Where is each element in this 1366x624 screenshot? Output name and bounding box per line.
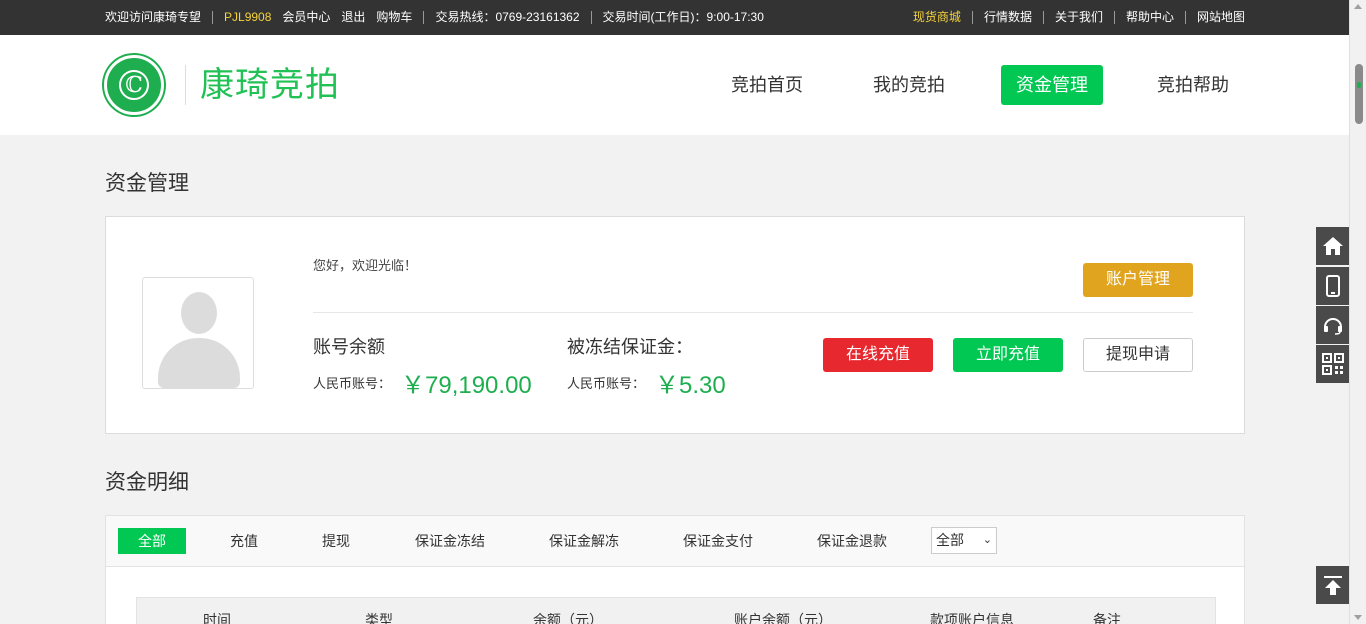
home-icon[interactable] [1316, 227, 1349, 265]
top-link-mall[interactable]: 现货商城 [902, 11, 973, 24]
online-recharge-button[interactable]: 在线充值 [823, 338, 933, 372]
nav-my-auction[interactable]: 我的竞拍 [859, 65, 959, 105]
hotline-text: 交易热线：0769-23161362 [424, 11, 592, 24]
mobile-icon[interactable] [1316, 267, 1349, 305]
trade-hours-text: 交易时间(工作日)：9:00-17:30 [602, 10, 764, 24]
page-scrollbar[interactable] [1349, 0, 1366, 624]
col-account-balance: 账户余额（元） [734, 612, 832, 624]
col-time: 时间 [203, 612, 231, 624]
top-bar-right: 现货商城 行情数据 关于我们 帮助中心 网站地图 [902, 0, 1245, 35]
top-bar: 欢迎访问康琦专望 PJL9908 会员中心 退出 购物车 交易热线：0769-2… [0, 0, 1349, 35]
back-to-top-glyph [1323, 576, 1342, 595]
panel-divider [313, 312, 1193, 313]
nav-funds-management[interactable]: 资金管理 [1001, 65, 1103, 105]
instant-recharge-button[interactable]: 立即充值 [953, 338, 1063, 372]
scroll-thumb-mark [1357, 82, 1361, 88]
balance-value: ￥79,190.00 [401, 372, 532, 399]
balance-sub: 人民币账号： [313, 376, 392, 391]
type-filter-select[interactable]: 全部 ⌄ [931, 527, 997, 554]
logo-icon[interactable]: ℂ [104, 55, 164, 115]
col-remark: 备注 [1093, 612, 1121, 624]
greeting-text: 您好，欢迎光临！ [313, 258, 418, 273]
mobile-glyph [1325, 275, 1340, 297]
member-center-link[interactable]: 会员中心 [282, 11, 341, 24]
logo-divider [185, 65, 186, 105]
frozen-value: ￥5.30 [655, 372, 726, 399]
top-link-about[interactable]: 关于我们 [1044, 11, 1115, 24]
avatar-head [181, 292, 217, 334]
account-panel: 您好，欢迎光临！ 账户管理 账号余额 人民币账号： ￥79,190.00 被冻结… [105, 216, 1245, 434]
back-to-top-icon[interactable] [1316, 566, 1349, 604]
tab-deposit-payment[interactable]: 保证金支付 [674, 528, 762, 554]
headset-glyph [1323, 318, 1342, 335]
nav-auction-home[interactable]: 竞拍首页 [717, 65, 817, 105]
user-id[interactable]: PJL9908 [213, 11, 282, 24]
tab-withdraw[interactable]: 提现 [306, 528, 366, 554]
scroll-thumb[interactable] [1355, 64, 1363, 124]
balance-title: 账号余额 [313, 337, 385, 357]
avatar-body [158, 338, 240, 388]
tab-all[interactable]: 全部 [118, 528, 186, 554]
avatar [142, 277, 254, 389]
site-header: ℂ 康琦竞拍 竞拍首页 我的竞拍 资金管理 竞拍帮助 [0, 35, 1349, 135]
qrcode-glyph [1321, 353, 1344, 375]
withdraw-apply-button[interactable]: 提现申请 [1083, 338, 1193, 372]
logout-link[interactable]: 退出 [341, 11, 376, 24]
col-amount: 余额（元） [533, 612, 603, 624]
top-bar-left: 欢迎访问康琦专望 PJL9908 会员中心 退出 购物车 交易热线：0769-2… [105, 0, 775, 35]
top-link-help[interactable]: 帮助中心 [1115, 11, 1186, 24]
col-type: 类型 [365, 612, 393, 624]
tab-recharge[interactable]: 充值 [214, 528, 274, 554]
tab-deposit-unfreeze[interactable]: 保证金解冻 [540, 528, 628, 554]
welcome-text: 欢迎访问康琦专望 [105, 11, 214, 24]
frozen-title: 被冻结保证金： [567, 337, 693, 357]
chevron-down-icon: ⌄ [982, 534, 992, 546]
scroll-down-arrow[interactable] [1354, 615, 1362, 620]
frozen-sub: 人民币账号： [567, 376, 646, 391]
table-header: 时间 类型 余额（元） 账户余额（元） 款项账户信息 备注 [136, 597, 1216, 624]
cart-link[interactable]: 购物车 [376, 11, 425, 24]
top-link-sitemap[interactable]: 网站地图 [1186, 11, 1245, 24]
nav-auction-help[interactable]: 竞拍帮助 [1143, 65, 1243, 105]
home-glyph [1322, 237, 1343, 255]
headset-icon[interactable] [1316, 306, 1349, 344]
funds-title: 资金管理 [105, 172, 189, 195]
top-link-market-data[interactable]: 行情数据 [973, 11, 1044, 24]
account-management-button[interactable]: 账户管理 [1083, 263, 1193, 297]
scroll-up-arrow[interactable] [1354, 4, 1362, 9]
details-table-area: 时间 类型 余额（元） 账户余额（元） 款项账户信息 备注 [105, 567, 1245, 624]
type-filter-value: 全部 [936, 532, 964, 548]
details-tabs-bar: 全部 充值 提现 保证金冻结 保证金解冻 保证金支付 保证金退款 全部 ⌄ [105, 515, 1245, 567]
details-title: 资金明细 [105, 471, 189, 494]
logo-glyph: ℂ [125, 72, 143, 98]
logo-text[interactable]: 康琦竞拍 [200, 65, 340, 105]
tab-deposit-freeze[interactable]: 保证金冻结 [406, 528, 494, 554]
col-account-info: 款项账户信息 [930, 612, 1014, 624]
tab-deposit-refund[interactable]: 保证金退款 [808, 528, 896, 554]
qrcode-icon[interactable] [1316, 345, 1349, 383]
